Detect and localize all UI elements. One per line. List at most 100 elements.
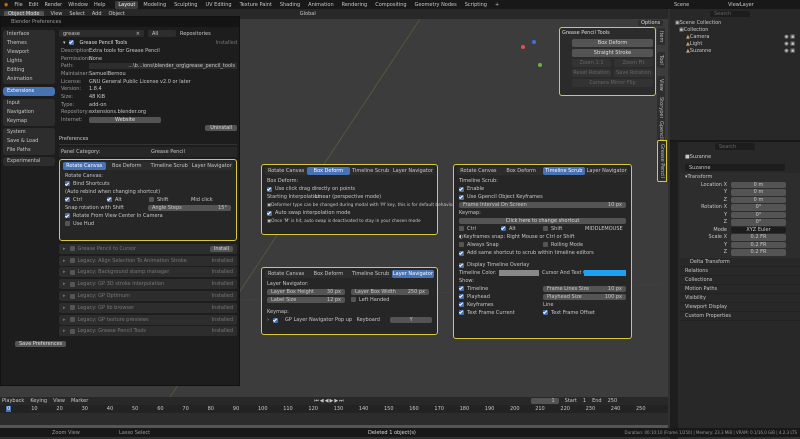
box-deform-button[interactable]: Box Deform xyxy=(572,39,653,47)
text-frame-current-checkbox[interactable] xyxy=(459,310,464,315)
addon-list-item[interactable]: ▸ Legacy: GP 3D stroke interpolation Insta… xyxy=(59,279,237,290)
addon-checkbox[interactable] xyxy=(69,246,75,252)
expand-arrow-icon[interactable]: ▸ xyxy=(63,328,66,334)
zoom-fit-button[interactable]: Zoom Fit xyxy=(614,59,653,67)
playback-controls[interactable]: ⏮◀◀▶▶⏭ xyxy=(314,398,344,404)
key-field[interactable]: Y xyxy=(390,316,432,324)
property-field[interactable]: 0.2 FR xyxy=(731,234,786,241)
timeline-menu-playback[interactable]: Playback xyxy=(2,398,24,404)
repositories-menu[interactable]: Repositories xyxy=(180,31,211,37)
property-field[interactable]: XYZ Euler xyxy=(731,226,786,233)
tab-layer-navigator[interactable]: Layer Navigator xyxy=(585,167,628,175)
enable-checkbox[interactable] xyxy=(459,186,464,192)
addon-list-item[interactable]: ▸ Legacy: GP texture previews Installed xyxy=(59,314,237,325)
timeline-track-area[interactable] xyxy=(0,413,668,425)
sidebar-item-interface[interactable]: Interface xyxy=(3,30,55,39)
section-motion-paths[interactable]: Motion Paths xyxy=(680,285,800,294)
tab-box-deform[interactable]: Box Deform xyxy=(106,162,149,170)
start-frame-field[interactable]: 1 xyxy=(583,398,586,404)
property-field[interactable]: 0° xyxy=(731,211,786,218)
sidebar-item-lights[interactable]: Lights xyxy=(3,57,55,66)
menu-window[interactable]: Window xyxy=(68,2,88,8)
sidebar-item-save-load[interactable]: Save & Load xyxy=(3,137,55,146)
tab-box-deform[interactable]: Box Deform xyxy=(500,167,543,175)
expand-arrow-icon[interactable]: ▸ xyxy=(63,293,66,299)
workspace-tab-geometry-nodes[interactable]: Geometry Nodes xyxy=(412,1,460,9)
timeline-color-swatch[interactable] xyxy=(499,270,539,276)
timeline-menu-view[interactable]: View xyxy=(53,398,65,404)
add-workspace-button[interactable]: + xyxy=(492,1,502,9)
timeline-menu-marker[interactable]: Marker xyxy=(71,398,88,404)
playhead-size-field[interactable]: Playhead Size 100 px xyxy=(543,293,626,301)
sidebar-item-viewport[interactable]: Viewport xyxy=(3,48,55,57)
timeline-checkbox[interactable] xyxy=(459,286,464,291)
property-field[interactable]: 0.2 FR xyxy=(731,249,786,256)
interpolation-select[interactable]: Linear (perspective mode) xyxy=(315,194,381,200)
sidebar-item-animation[interactable]: Animation xyxy=(3,75,55,84)
straight-stroke-button[interactable]: Straight Stroke xyxy=(572,49,653,57)
sidebar-item-keymap[interactable]: Keymap xyxy=(3,117,55,126)
menu-help[interactable]: Help xyxy=(94,2,105,8)
tab-rotate-canvas[interactable]: Rotate Canvas xyxy=(457,167,500,175)
tab-rotate-canvas[interactable]: Rotate Canvas xyxy=(265,270,307,278)
menu-render[interactable]: Render xyxy=(44,2,62,8)
workspace-tab-compositing[interactable]: Compositing xyxy=(372,1,409,9)
visibility-icon[interactable]: ◉ ▣ xyxy=(784,48,795,54)
save-rotation-button[interactable]: Save Rotation xyxy=(614,69,653,77)
workspace-tab-shading[interactable]: Shading xyxy=(277,1,303,9)
section-relations[interactable]: Relations xyxy=(680,267,800,276)
viewlayer-selector[interactable]: ViewLayer xyxy=(728,2,754,8)
workspace-tab-sculpting[interactable]: Sculpting xyxy=(171,1,200,9)
frame-lines-size-field[interactable]: Frame Lines Size 10 px xyxy=(543,285,626,293)
save-preferences-button[interactable]: Save Preferences xyxy=(15,341,67,347)
section-custom-properties[interactable]: Custom Properties xyxy=(680,312,800,321)
outliner-item-camera[interactable]: ▲ Camera ◉ ▣ xyxy=(670,33,800,40)
visibility-icon[interactable]: ◉ ▣ xyxy=(784,34,795,40)
angle-steps-field[interactable]: Angle Steps 15° xyxy=(147,204,231,212)
outliner-item-light[interactable]: ▲ Light ◉ ▣ xyxy=(670,40,800,47)
ctrl-checkbox[interactable] xyxy=(459,226,464,231)
addon-checkbox[interactable] xyxy=(69,269,75,275)
workspace-tab-scripting[interactable]: Scripting xyxy=(462,1,490,9)
addon-checkbox[interactable] xyxy=(69,258,75,264)
property-field[interactable]: 0.2 FR xyxy=(731,241,786,248)
addon-list-item[interactable]: ▸ Grease Pencil to Cursor Install xyxy=(59,243,237,254)
keymap-item-checkbox[interactable] xyxy=(273,317,278,323)
visibility-icon[interactable]: ◉ ▣ xyxy=(784,41,795,47)
section-visibility[interactable]: Visibility xyxy=(680,294,800,303)
reset-rotation-button[interactable]: Reset Rotation xyxy=(572,69,611,77)
addon-checkbox[interactable] xyxy=(69,293,75,299)
change-shortcut-button[interactable]: Click here to change shortcut xyxy=(459,217,626,225)
addon-checkbox[interactable] xyxy=(69,328,75,334)
property-field[interactable]: 0° xyxy=(731,219,786,226)
tab-layer-navigator[interactable]: Layer Navigator xyxy=(392,167,434,175)
addon-list-item[interactable]: ▸ Legacy: Align Selection To Animation St… xyxy=(59,255,237,266)
sidebar-item-system[interactable]: System xyxy=(3,128,55,137)
gizmo-z[interactable] xyxy=(532,40,536,44)
expand-arrow-icon[interactable]: ▸ xyxy=(63,317,66,323)
ctrl-checkbox[interactable] xyxy=(65,196,70,202)
text-frame-offset-checkbox[interactable] xyxy=(543,310,548,315)
workspace-tab-texture-paint[interactable]: Texture Paint xyxy=(237,1,275,9)
tab-timeline-scrub[interactable]: Timeline Scrub xyxy=(542,167,586,175)
tab-rotate-canvas[interactable]: Rotate Canvas xyxy=(63,161,106,170)
add-same-checkbox[interactable] xyxy=(459,250,464,256)
gizmo-y[interactable] xyxy=(538,63,542,67)
addon-checkbox[interactable] xyxy=(69,317,75,323)
sidebar-item-file-paths[interactable]: File Paths xyxy=(3,146,55,155)
addon-list-item[interactable]: ▸ Legacy: GP lib browser Installed xyxy=(59,302,237,313)
tab-rotate-canvas[interactable]: Rotate Canvas xyxy=(265,167,307,175)
tab-timeline-scrub[interactable]: Timeline Scrub xyxy=(148,162,191,170)
scene-collection[interactable]: Scene Collection xyxy=(680,20,722,26)
always-snap-checkbox[interactable] xyxy=(459,242,464,247)
label-size-field[interactable]: Label Size 12 px xyxy=(267,296,345,304)
frame-ruler[interactable]: 0 10 20 30 40 50 60 70 80 90 100 110 120 130 140 150 160… xyxy=(0,405,668,413)
cursor-color-swatch[interactable] xyxy=(584,270,626,276)
keyframes-checkbox[interactable] xyxy=(459,302,464,307)
side-tab-tool[interactable]: Tool xyxy=(657,52,665,68)
property-field[interactable]: 0 m xyxy=(731,181,786,188)
layer-box-height-field[interactable]: Layer Box Height 30 px xyxy=(267,288,345,296)
website-button[interactable]: Website xyxy=(89,117,161,124)
addon-list-item[interactable]: ▸ Legacy: Grease Pencil Tools Installed xyxy=(59,326,237,337)
tab-box-deform[interactable]: Box Deform xyxy=(307,270,349,278)
